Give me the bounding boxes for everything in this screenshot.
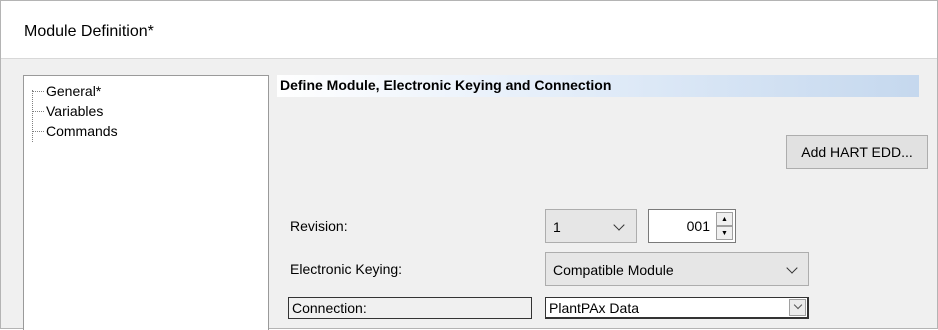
section-title: Define Module, Electronic Keying and Con… xyxy=(280,77,612,93)
revision-label: Revision: xyxy=(290,218,348,234)
chevron-down-icon xyxy=(793,300,803,310)
revision-minor-value: 001 xyxy=(686,218,710,234)
decrement-icon[interactable]: ▼ xyxy=(716,226,733,240)
connection-dropdown-button[interactable] xyxy=(789,299,806,316)
revision-major-select[interactable]: 1 xyxy=(545,209,637,243)
tree-item-label: Commands xyxy=(46,123,118,139)
tree-branch-icon xyxy=(32,90,44,92)
tree-item-label: Variables xyxy=(46,103,104,119)
tree-item-commands[interactable]: Commands xyxy=(32,122,118,140)
tree-item-general[interactable]: General* xyxy=(32,82,101,100)
tree-branch-icon xyxy=(32,110,44,112)
section-header: Define Module, Electronic Keying and Con… xyxy=(277,75,919,97)
revision-minor-stepper[interactable]: 001 ▲ ▼ xyxy=(648,209,736,243)
connection-value: PlantPAx Data xyxy=(549,300,640,316)
connection-label: Connection: xyxy=(292,300,367,316)
add-hart-edd-button[interactable]: Add HART EDD... xyxy=(786,135,928,169)
connection-select[interactable]: PlantPAx Data xyxy=(545,297,809,319)
chevron-down-icon xyxy=(786,262,798,274)
tree-branch-icon xyxy=(32,130,44,132)
chevron-down-icon xyxy=(613,219,625,231)
title-bar: Module Definition* xyxy=(1,1,937,59)
category-tree: General* Variables Commands xyxy=(23,75,269,330)
electronic-keying-value: Compatible Module xyxy=(553,262,674,278)
window-title: Module Definition* xyxy=(24,23,154,40)
revision-major-value: 1 xyxy=(553,219,561,235)
spin-buttons: ▲ ▼ xyxy=(716,212,733,240)
tree-item-variables[interactable]: Variables xyxy=(32,102,103,120)
increment-icon[interactable]: ▲ xyxy=(716,212,733,226)
connection-label-box: Connection: xyxy=(288,297,532,319)
electronic-keying-label: Electronic Keying: xyxy=(290,261,403,277)
electronic-keying-select[interactable]: Compatible Module xyxy=(545,252,809,286)
tree-item-label: General* xyxy=(46,83,102,99)
